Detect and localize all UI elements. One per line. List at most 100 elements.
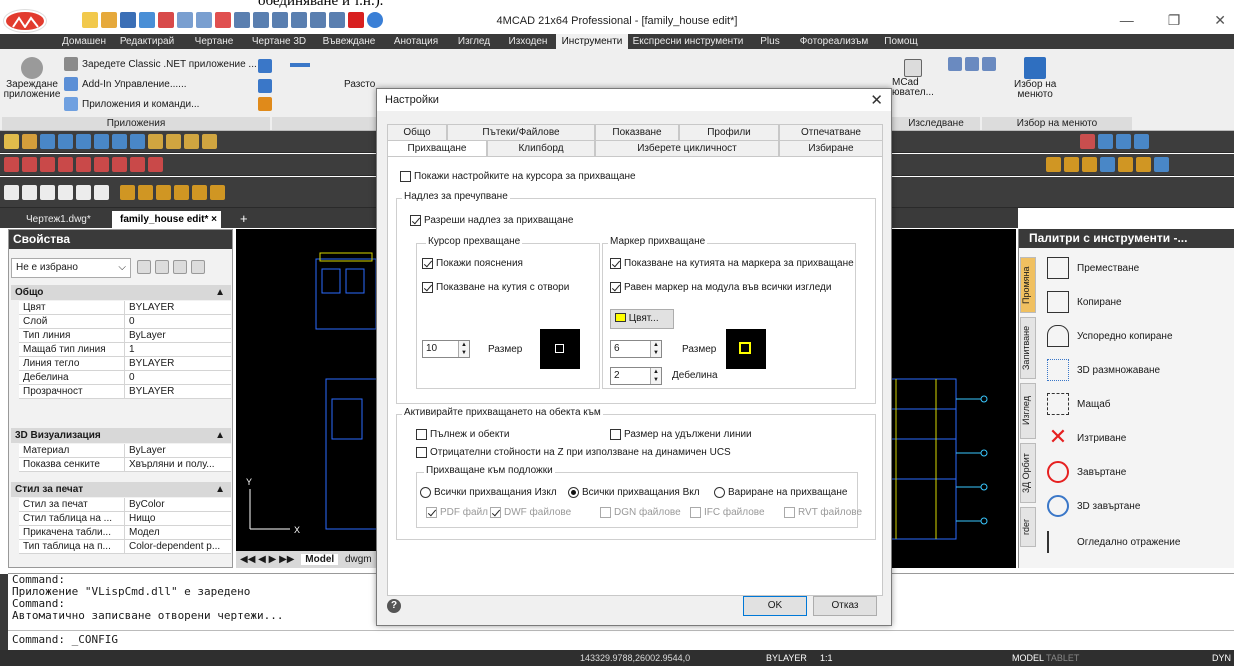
show-cursor-settings-checkbox[interactable]: Покажи настройките на курсора за прихващ… — [400, 171, 636, 182]
tab-help[interactable]: Помощ — [876, 34, 926, 49]
addin-manager-button[interactable]: Add-In Управление...... — [64, 77, 187, 91]
tab-profiles[interactable]: Профили — [679, 124, 779, 140]
x-delete-icon[interactable] — [1080, 134, 1095, 149]
tab-general[interactable]: Общо — [387, 124, 447, 140]
property-row[interactable]: Цвят BYLAYER — [19, 301, 231, 315]
tab-family-house[interactable]: family_house edit* × — [112, 211, 221, 228]
property-value[interactable]: Модел — [125, 526, 231, 539]
load-dotnet-button[interactable]: Заредете Classic .NET приложение ... — [64, 57, 257, 71]
property-row[interactable]: Прозрачност BYLAYER — [19, 385, 231, 399]
tab-express-tools[interactable]: Експресни инструменти — [628, 34, 748, 49]
palette-tab-3d-orbit[interactable]: 3Д Орбит — [1020, 443, 1036, 503]
tab-home[interactable]: Домашен — [58, 34, 110, 49]
tab-tools[interactable]: Инструменти — [556, 34, 628, 49]
property-value[interactable]: BYLAYER — [125, 301, 231, 314]
equal-marker-checkbox[interactable]: Равен маркер на модула във всички изглед… — [610, 282, 831, 293]
tab-output[interactable]: Изходен — [500, 34, 556, 49]
toggle-pickadd-icon[interactable] — [137, 260, 151, 274]
help-question-icon[interactable]: ? — [387, 599, 401, 613]
section-plot-style[interactable]: Стил за печат ▲ — [11, 482, 231, 497]
render-icon[interactable] — [1046, 157, 1061, 172]
palette-tab-render[interactable]: rder — [1020, 507, 1036, 547]
property-row[interactable]: Стил за печат ByColor — [19, 498, 231, 512]
property-value[interactable]: ByColor — [125, 498, 231, 511]
property-value[interactable]: 0 — [125, 315, 231, 328]
swivel-icon[interactable] — [192, 184, 207, 200]
palette-tab-view[interactable]: Изглед — [1020, 383, 1036, 439]
property-value[interactable]: 1 — [125, 343, 231, 356]
copy-icon[interactable] — [166, 134, 181, 149]
quick-select-icon[interactable] — [173, 260, 187, 274]
show-aperture-checkbox[interactable]: Показване на кутия с отвори — [422, 282, 569, 293]
small-tools-1[interactable] — [258, 59, 272, 73]
view-bottom-icon[interactable] — [22, 184, 37, 200]
tab-plus[interactable]: Plus — [748, 34, 792, 49]
new-icon[interactable] — [4, 134, 19, 149]
tab-draw-3d[interactable]: Чертане 3D — [244, 34, 314, 49]
annotation-scale[interactable]: 1:1 — [820, 650, 833, 666]
tool-copy[interactable]: Копиране — [1047, 287, 1122, 317]
tool-rotate[interactable]: Завъртане — [1047, 457, 1126, 487]
tool-3d-rotate[interactable]: 3D завъртане — [1047, 491, 1140, 521]
line-icon[interactable] — [148, 157, 163, 172]
circle-icon[interactable] — [76, 157, 91, 172]
close-tab-icon[interactable]: × — [211, 214, 217, 225]
save-icon[interactable] — [40, 134, 55, 149]
cancel-button[interactable]: Отказ — [813, 596, 877, 616]
property-row[interactable]: Тип таблица на п... Color-dependent p... — [19, 540, 231, 554]
tab-photorealism[interactable]: Фотореализъм — [792, 34, 876, 49]
select-objects-icon[interactable] — [155, 260, 169, 274]
add-tab-button[interactable]: + — [232, 211, 256, 228]
view-back-icon[interactable] — [94, 184, 109, 200]
command-line-grip[interactable] — [0, 574, 8, 651]
marker-size-spinner[interactable]: 6 ▲ ▼ — [610, 340, 662, 358]
dynamic-input-toggle[interactable]: DYN — [1212, 650, 1231, 666]
allow-overlay-checkbox[interactable]: Разреши надлез за прихващане — [410, 215, 573, 226]
property-row[interactable]: Показва сенките Хвърляни и полу... — [19, 458, 231, 472]
spinner-arrows-icon[interactable]: ▲ ▼ — [650, 368, 661, 384]
extension-lines-checkbox[interactable]: Размер на удължени линии — [610, 429, 752, 440]
property-row[interactable]: Прикачена табли... Модел — [19, 526, 231, 540]
property-row[interactable]: Стил таблица на ... Нищо — [19, 512, 231, 526]
publish-icon[interactable] — [112, 134, 127, 149]
palette-tab-modify[interactable]: Промяна — [1020, 257, 1036, 313]
property-value[interactable]: BYLAYER — [125, 357, 231, 370]
property-row[interactable]: Тип линия ByLayer — [19, 329, 231, 343]
tool-mirror[interactable]: Огледално отражение — [1047, 527, 1180, 557]
table-icon[interactable] — [130, 157, 145, 172]
tab-insert[interactable]: Въвеждане — [314, 34, 384, 49]
orbit-continuous-icon[interactable] — [156, 184, 171, 200]
show-marker-box-checkbox[interactable]: Показване на кутията на маркера за прихв… — [610, 258, 854, 269]
tab-drawing1[interactable]: Чертеж1.dwg* — [18, 211, 99, 228]
rectangle-icon[interactable] — [4, 157, 19, 172]
command-input[interactable]: Command: _CONFIG — [8, 630, 1234, 648]
marker-color-button[interactable]: Цвят... — [610, 309, 674, 329]
view-left-icon[interactable] — [40, 184, 55, 200]
spinner-arrows-icon[interactable]: ▲ ▼ — [458, 341, 469, 357]
tool-move[interactable]: Преместване — [1047, 253, 1139, 283]
print-preview-icon[interactable] — [94, 134, 109, 149]
property-row[interactable]: Слой 0 — [19, 315, 231, 329]
hatch-icon[interactable] — [94, 157, 109, 172]
region-icon[interactable] — [112, 157, 127, 172]
tab-view[interactable]: Изглед — [448, 34, 500, 49]
tab-snapping[interactable]: Прихващане — [387, 140, 487, 157]
model-space-toggle[interactable]: MODEL — [1012, 650, 1044, 666]
camera-icon[interactable] — [1154, 157, 1169, 172]
property-row[interactable]: Дебелина 0 — [19, 371, 231, 385]
polyline-icon[interactable] — [58, 157, 73, 172]
paste-icon[interactable] — [184, 134, 199, 149]
apps-commands-button[interactable]: Приложения и команди... — [64, 97, 199, 111]
negative-z-checkbox[interactable]: Отрицателни стойности на Z при използван… — [416, 447, 731, 458]
tab-selection[interactable]: Избиране — [779, 140, 883, 156]
tab-selection-cycling[interactable]: Изберете цикличност — [595, 140, 779, 156]
load-application-button[interactable]: Зареждане приложение — [4, 57, 60, 100]
ifc-checkbox[interactable]: IFC файлове — [690, 507, 765, 518]
distance-label[interactable]: Разсто — [344, 79, 375, 90]
property-value[interactable]: 0 — [125, 371, 231, 384]
dgn-checkbox[interactable]: DGN файлове — [600, 507, 681, 518]
property-value[interactable]: BYLAYER — [125, 385, 231, 398]
explore-tools-row[interactable] — [948, 57, 996, 71]
section-3d-viz[interactable]: 3D Визуализация ▲ — [11, 428, 231, 443]
spinner-arrows-icon[interactable]: ▲ ▼ — [650, 341, 661, 357]
